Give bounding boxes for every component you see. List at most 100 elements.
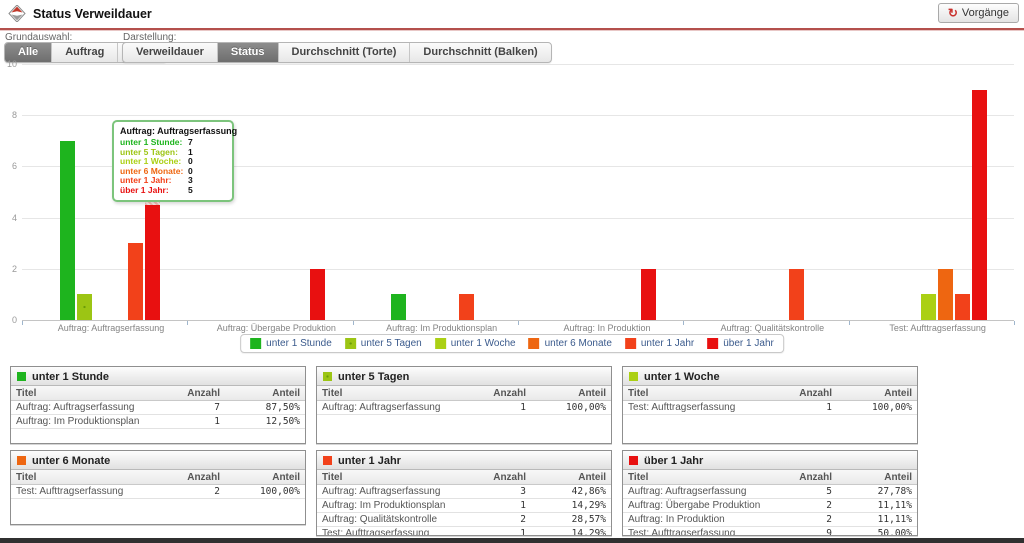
- table-row: Auftrag: Auftragserfassung1100,00%: [317, 401, 611, 415]
- column-header-anzahl: Anzahl: [163, 470, 225, 485]
- chart-bar-über-1-jahr-auftrag-in-produktion[interactable]: [641, 269, 656, 320]
- x-axis-label-auftrag-übergabe-produktion: Auftrag: Übergabe Produktion: [217, 323, 336, 333]
- legend-label: unter 1 Stunde: [266, 338, 332, 349]
- summary-card-unter-1-jahr: unter 1 JahrTitelAnzahlAnteilAuftrag: Au…: [316, 450, 612, 536]
- x-axis-label-auftrag-im-produktionsplan: Auftrag: Im Produktionsplan: [386, 323, 497, 333]
- card-title-label: unter 1 Stunde: [32, 371, 109, 383]
- category-color-icon: [17, 456, 26, 465]
- y-axis-tick-label: 2: [0, 264, 17, 274]
- column-header-anzahl: Anzahl: [163, 386, 225, 401]
- cell-anzahl: 2: [775, 513, 837, 527]
- column-header-anteil: Anteil: [531, 386, 611, 401]
- x-axis-tick: [849, 321, 850, 325]
- cell-titel: Auftrag: Auftragserfassung: [623, 485, 775, 499]
- legend-item-unter-6-monate: unter 6 Monate: [529, 338, 612, 349]
- y-axis-tick-label: 10: [0, 59, 17, 69]
- column-header-titel: Titel: [623, 386, 775, 401]
- cell-titel: Auftrag: Übergabe Produktion: [623, 499, 775, 513]
- chart-bar-unter-1-woche-test-aufttragserfassung[interactable]: [921, 294, 936, 320]
- x-axis-tick: [22, 321, 23, 325]
- summary-card-über-1-jahr: über 1 JahrTitelAnzahlAnteilAuftrag: Auf…: [622, 450, 918, 536]
- chart-legend: unter 1 Stundeunter 5 Tagenunter 1 Woche…: [240, 334, 784, 353]
- cell-anzahl: 3: [469, 485, 531, 499]
- legend-item-unter-1-jahr: unter 1 Jahr: [625, 338, 694, 349]
- gridline: [22, 64, 1014, 65]
- table-row: Test: Aufttragserfassung2100,00%: [11, 485, 305, 499]
- legend-item-unter-1-woche: unter 1 Woche: [435, 338, 516, 349]
- cell-anteil: 11,11%: [837, 513, 917, 527]
- table-row: Auftrag: Qualitätskontrolle228,57%: [317, 513, 611, 527]
- chart-bar-unter-5-tagen-auftrag-auftragserfassung[interactable]: [77, 294, 92, 320]
- chart-bar-unter-1-stunde-auftrag-auftragserfassung[interactable]: [60, 141, 75, 320]
- card-title-label: unter 5 Tagen: [338, 371, 409, 383]
- summary-card-unter-1-stunde: unter 1 StundeTitelAnzahlAnteilAuftrag: …: [10, 366, 306, 444]
- chart-bar-unter-1-jahr-auftrag-auftragserfassung[interactable]: [128, 243, 143, 320]
- cell-anteil: 14,29%: [531, 527, 611, 537]
- summary-tables: unter 1 StundeTitelAnzahlAnteilAuftrag: …: [10, 366, 918, 536]
- column-header-anteil: Anteil: [225, 470, 305, 485]
- gridline: [22, 115, 1014, 116]
- cell-anteil: 100,00%: [837, 401, 917, 415]
- column-header-anzahl: Anzahl: [775, 386, 837, 401]
- cell-anteil: 100,00%: [531, 401, 611, 415]
- cell-titel: Test: Aufttragserfassung: [11, 485, 163, 499]
- cell-titel: Auftrag: In Produktion: [623, 513, 775, 527]
- column-header-titel: Titel: [317, 470, 469, 485]
- legend-swatch-icon: [435, 338, 446, 349]
- cell-anzahl: 2: [163, 485, 225, 499]
- cell-anzahl: 1: [469, 527, 531, 537]
- gridline: [22, 269, 1014, 270]
- chart-bar-unter-1-jahr-auftrag-qualitätskontrolle[interactable]: [789, 269, 804, 320]
- table-row: Test: Aufttragserfassung950,00%: [623, 527, 917, 537]
- chart-bar-unter-6-monate-test-aufttragserfassung[interactable]: [938, 269, 953, 320]
- card-title-bar: unter 5 Tagen: [317, 367, 611, 386]
- tooltip-title: Auftrag: Auftragserfassung: [120, 126, 226, 136]
- card-title-bar: unter 1 Jahr: [317, 451, 611, 470]
- chart-bar-über-1-jahr-test-aufttragserfassung[interactable]: [972, 90, 987, 320]
- table-row: Auftrag: Auftragserfassung342,86%: [317, 485, 611, 499]
- column-header-titel: Titel: [11, 386, 163, 401]
- x-axis-label-auftrag-in-produktion: Auftrag: In Produktion: [563, 323, 650, 333]
- x-axis-tick: [518, 321, 519, 325]
- legend-label: unter 1 Woche: [451, 338, 516, 349]
- x-axis-tick: [683, 321, 684, 325]
- legend-label: unter 6 Monate: [545, 338, 612, 349]
- category-color-icon: [629, 372, 638, 381]
- cell-anzahl: 9: [775, 527, 837, 537]
- cell-anzahl: 5: [775, 485, 837, 499]
- legend-item-über-1-jahr: über 1 Jahr: [707, 338, 774, 349]
- chart-bar-unter-1-jahr-auftrag-im-produktionsplan[interactable]: [459, 294, 474, 320]
- cell-anzahl: 1: [775, 401, 837, 415]
- cell-titel: Test: Aufttragserfassung: [623, 401, 775, 415]
- cell-titel: Auftrag: Qualitätskontrolle: [317, 513, 469, 527]
- chart-bar-über-1-jahr-auftrag-übergabe-produktion[interactable]: [310, 269, 325, 320]
- card-title-label: unter 1 Woche: [644, 371, 720, 383]
- legend-label: unter 1 Jahr: [641, 338, 694, 349]
- column-header-titel: Titel: [11, 470, 163, 485]
- chart-bar-unter-1-jahr-test-aufttragserfassung[interactable]: [955, 294, 970, 320]
- cell-anzahl: 1: [163, 415, 225, 429]
- table-row: Auftrag: In Produktion211,11%: [623, 513, 917, 527]
- y-axis-tick-label: 8: [0, 110, 17, 120]
- legend-item-unter-1-stunde: unter 1 Stunde: [250, 338, 332, 349]
- cell-anzahl: 7: [163, 401, 225, 415]
- category-color-icon: [323, 372, 332, 381]
- card-title-bar: unter 6 Monate: [11, 451, 305, 470]
- y-axis-tick-label: 4: [0, 213, 17, 223]
- table-row: Auftrag: Übergabe Produktion211,11%: [623, 499, 917, 513]
- legend-swatch-icon: [529, 338, 540, 349]
- chart-bar-unter-1-stunde-auftrag-im-produktionsplan[interactable]: [391, 294, 406, 320]
- cell-anteil: 28,57%: [531, 513, 611, 527]
- cell-anteil: 14,29%: [531, 499, 611, 513]
- card-title-label: unter 1 Jahr: [338, 455, 401, 467]
- table-row: Test: Aufttragserfassung1100,00%: [623, 401, 917, 415]
- cell-titel: Auftrag: Auftragserfassung: [317, 401, 469, 415]
- card-title-bar: über 1 Jahr: [623, 451, 917, 470]
- chart-bar-über-1-jahr-auftrag-auftragserfassung[interactable]: [145, 192, 160, 320]
- column-header-titel: Titel: [317, 386, 469, 401]
- column-header-anteil: Anteil: [531, 470, 611, 485]
- cell-titel: Test: Aufttragserfassung: [623, 527, 775, 537]
- y-axis-tick-label: 6: [0, 161, 17, 171]
- x-axis-tick: [1014, 321, 1015, 325]
- column-header-titel: Titel: [623, 470, 775, 485]
